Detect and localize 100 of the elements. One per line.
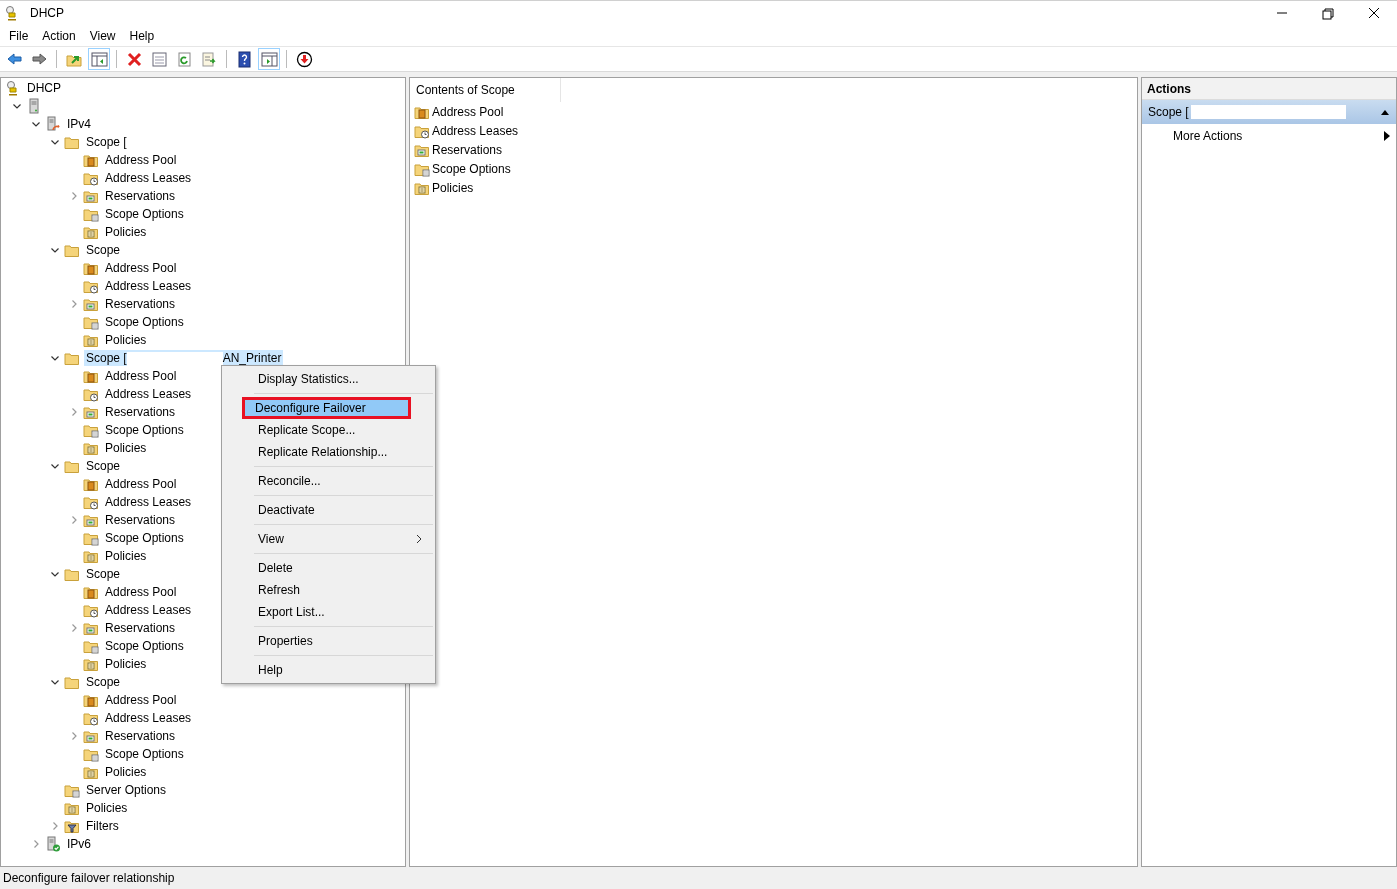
collapse-chevron-icon[interactable] bbox=[50, 461, 60, 471]
tree-item[interactable]: Reservations bbox=[103, 728, 178, 744]
menu-item[interactable]: Properties bbox=[224, 630, 433, 652]
tree-item[interactable]: Policies bbox=[103, 332, 149, 348]
expand-chevron-icon[interactable] bbox=[69, 623, 79, 633]
menu-item[interactable]: Export List... bbox=[224, 601, 433, 623]
tree-item[interactable]: Policies bbox=[84, 800, 130, 816]
action-section-header[interactable]: Scope [ bbox=[1142, 100, 1396, 124]
tree-item[interactable]: Scope bbox=[84, 674, 123, 690]
menu-item[interactable]: Deconfigure Failover bbox=[242, 397, 411, 419]
menu-item[interactable]: Reconcile... bbox=[224, 470, 433, 492]
tree-item[interactable]: Scope Options bbox=[103, 422, 186, 438]
expand-chevron-icon[interactable] bbox=[69, 299, 79, 309]
collapse-chevron-icon[interactable] bbox=[50, 353, 60, 363]
tree-item[interactable]: Reservations bbox=[103, 188, 178, 204]
folder-icon bbox=[64, 566, 80, 582]
folder-icon bbox=[83, 638, 99, 654]
tree-item[interactable]: Scope bbox=[84, 242, 123, 258]
tree-item[interactable]: Address Pool bbox=[103, 692, 179, 708]
status-bar: Deconfigure failover relationship bbox=[0, 867, 1397, 889]
tree-item[interactable]: Scope bbox=[84, 566, 123, 582]
tree-item[interactable]: Scope Options bbox=[103, 638, 186, 654]
folder-icon bbox=[83, 386, 99, 402]
folder-icon bbox=[83, 476, 99, 492]
menu-item[interactable]: Replicate Scope... bbox=[224, 419, 433, 441]
tree-item[interactable]: Address Leases bbox=[103, 710, 194, 726]
tree-item[interactable]: DHCP bbox=[25, 80, 63, 96]
tree-item[interactable]: IPv6 bbox=[65, 836, 93, 852]
tree-item[interactable]: Address Pool bbox=[103, 476, 179, 492]
tree-item[interactable]: Server Options bbox=[84, 782, 169, 798]
tree-item[interactable]: Policies bbox=[103, 656, 149, 672]
tree-item[interactable]: Policies bbox=[103, 440, 149, 456]
expand-chevron-icon[interactable] bbox=[69, 731, 79, 741]
tree-item[interactable]: Scope [ AN_Printer bbox=[84, 350, 284, 366]
menu-item[interactable]: Help bbox=[224, 659, 433, 681]
menu-item[interactable]: Replicate Relationship... bbox=[224, 441, 433, 463]
expand-chevron-icon[interactable] bbox=[69, 407, 79, 417]
tree-item[interactable]: Scope Options bbox=[103, 206, 186, 222]
tree-item[interactable]: Address Leases bbox=[103, 602, 194, 618]
expand-chevron-icon[interactable] bbox=[69, 515, 79, 525]
collapse-chevron-icon[interactable] bbox=[12, 101, 22, 111]
menu-item[interactable]: Display Statistics... bbox=[224, 368, 433, 390]
tree-item[interactable]: Address Pool bbox=[103, 152, 179, 168]
restore-icon[interactable] bbox=[1319, 5, 1337, 21]
tree-item[interactable]: Address Leases bbox=[103, 494, 194, 510]
tree-item[interactable]: Scope bbox=[84, 458, 123, 474]
tree-item[interactable]: Reservations bbox=[103, 296, 178, 312]
menu-item[interactable]: Delete bbox=[224, 557, 433, 579]
list-item[interactable]: Reservations bbox=[432, 140, 503, 159]
collapse-chevron-icon[interactable] bbox=[31, 119, 41, 129]
collapse-chevron-icon[interactable] bbox=[50, 137, 60, 147]
collapse-chevron-icon[interactable] bbox=[50, 569, 60, 579]
tree-item[interactable]: Policies bbox=[103, 764, 149, 780]
expand-chevron-icon[interactable] bbox=[31, 839, 41, 849]
tree-item[interactable]: Reservations bbox=[103, 404, 178, 420]
menu-item[interactable]: File bbox=[2, 25, 36, 46]
tree-item[interactable]: Scope Options bbox=[103, 314, 186, 330]
list-item[interactable]: Address Pool bbox=[432, 102, 504, 121]
delete-icon bbox=[125, 50, 143, 68]
tree-item[interactable]: Address Pool bbox=[103, 584, 179, 600]
tree-item[interactable]: Scope Options bbox=[103, 530, 186, 546]
folder-icon bbox=[83, 656, 99, 672]
expand-chevron-icon[interactable] bbox=[69, 191, 79, 201]
export-icon bbox=[200, 50, 218, 68]
list-item[interactable]: Address Leases bbox=[432, 121, 519, 140]
folder-icon bbox=[64, 458, 80, 474]
menu-item[interactable]: View bbox=[82, 25, 123, 46]
tree-item[interactable]: Policies bbox=[103, 224, 149, 240]
tree-item[interactable]: Address Leases bbox=[103, 386, 194, 402]
action-link[interactable]: More Actions bbox=[1173, 127, 1384, 145]
collapse-chevron-icon[interactable] bbox=[50, 245, 60, 255]
menu-item[interactable]: Refresh bbox=[224, 579, 433, 601]
tree-item[interactable]: Scope [ bbox=[84, 134, 129, 150]
folder-icon bbox=[83, 188, 99, 204]
folder-icon bbox=[83, 260, 99, 276]
menu-item[interactable]: Action bbox=[35, 25, 83, 46]
folder-icon bbox=[83, 170, 99, 186]
folder-icon bbox=[83, 296, 99, 312]
expand-chevron-icon[interactable] bbox=[50, 821, 60, 831]
download-icon bbox=[295, 50, 313, 68]
column-header[interactable]: Contents of Scope bbox=[410, 78, 561, 102]
tree-item[interactable]: Scope Options bbox=[103, 746, 186, 762]
tree-item[interactable]: Reservations bbox=[103, 512, 178, 528]
tree-item[interactable]: Policies bbox=[103, 548, 149, 564]
menu-item[interactable]: View bbox=[224, 528, 433, 550]
tree-item[interactable]: Reservations bbox=[103, 620, 178, 636]
folder-icon bbox=[83, 530, 99, 546]
list-item[interactable]: Scope Options bbox=[432, 159, 511, 178]
collapse-chevron-icon[interactable] bbox=[50, 677, 60, 687]
tree-item[interactable]: Address Leases bbox=[103, 278, 194, 294]
tree-item[interactable]: IPv4 bbox=[65, 116, 93, 132]
tree-item[interactable]: Address Pool bbox=[103, 368, 179, 384]
menu-item[interactable]: Deactivate bbox=[224, 499, 433, 521]
folder-icon bbox=[83, 692, 99, 708]
folder-icon bbox=[83, 368, 99, 384]
tree-item[interactable]: Filters bbox=[84, 818, 121, 834]
list-item[interactable]: Policies bbox=[432, 178, 474, 197]
tree-item[interactable]: Address Leases bbox=[103, 170, 194, 186]
tree-item[interactable]: Address Pool bbox=[103, 260, 179, 276]
menu-item[interactable]: Help bbox=[122, 25, 162, 46]
